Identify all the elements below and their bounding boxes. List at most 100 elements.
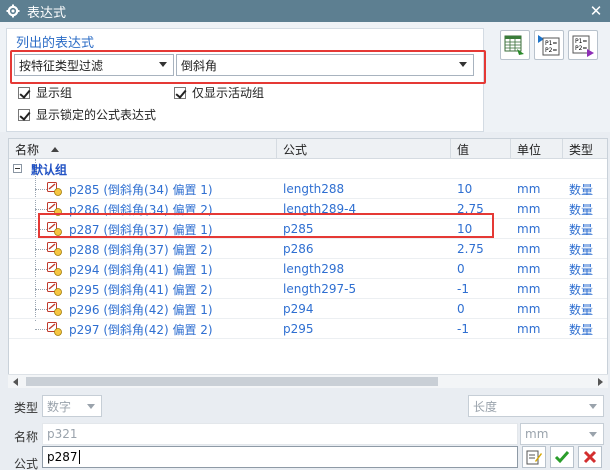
accept-button[interactable] <box>550 446 574 468</box>
section-title[interactable]: 列出的表达式 <box>16 32 94 51</box>
cell-unit: mm <box>517 182 541 196</box>
cell-type: 数量 <box>569 222 594 237</box>
column-type-label: 类型 <box>569 142 594 157</box>
table-row[interactable]: p285 (倒斜角(34) 偏置 1) length288 10 mm 数量 <box>9 179 607 199</box>
reject-button[interactable] <box>578 446 602 468</box>
tree-branch <box>35 249 47 250</box>
filter-value-select[interactable]: 倒斜角 <box>176 54 474 76</box>
scroll-right-icon[interactable] <box>598 378 603 386</box>
show-groups-checkbox[interactable]: 显示组 <box>18 84 72 101</box>
column-unit-label: 单位 <box>517 142 542 157</box>
expressions-table[interactable]: 名称 公式 值 单位 类型 默认组 p285 (倒斜角(34) 偏置 1) len… <box>8 138 608 388</box>
name-label: 名称 <box>14 430 39 444</box>
expression-icon <box>47 302 62 316</box>
cell-formula: length297-5 <box>283 282 357 296</box>
tree-branch <box>35 289 47 290</box>
cell-type: 数量 <box>569 322 594 337</box>
tree-branch <box>35 329 47 330</box>
window-title: 表达式 <box>27 5 67 21</box>
column-header-unit[interactable]: 单位 <box>511 139 563 159</box>
group-label: 默认组 <box>31 162 68 177</box>
formula-label: 公式 <box>14 457 39 470</box>
cell-unit: mm <box>517 202 541 216</box>
export-expressions-icon: P1= P2= <box>572 35 594 57</box>
sort-ascending-icon <box>51 146 60 152</box>
edit-formula-button[interactable] <box>522 446 546 468</box>
cell-value: -1 <box>457 282 469 296</box>
formula-input[interactable]: p287 <box>42 446 518 468</box>
show-groups-label: 显示组 <box>36 86 73 100</box>
table-row[interactable]: p297 (倒斜角(42) 偏置 2) p295 -1 mm 数量 <box>9 319 607 339</box>
column-header-type[interactable]: 类型 <box>563 139 607 159</box>
edit-formula-icon <box>526 450 542 465</box>
expression-icon <box>47 182 62 196</box>
cell-formula: p286 <box>283 242 314 256</box>
cell-formula: p295 <box>283 322 314 336</box>
column-header-value[interactable]: 值 <box>451 139 511 159</box>
red-x-icon <box>583 450 597 464</box>
filter-value-text: 倒斜角 <box>181 58 218 73</box>
tree-branch <box>35 309 47 310</box>
cell-value: -1 <box>457 322 469 336</box>
svg-text:P1=: P1= <box>575 38 587 45</box>
text-caret <box>78 450 80 464</box>
dimension-select[interactable]: 长度 <box>468 395 604 417</box>
cell-unit: mm <box>517 282 541 296</box>
checkmark-icon <box>554 451 570 464</box>
expression-icon <box>47 282 62 296</box>
import-button[interactable]: P1= P2= <box>534 30 564 60</box>
collapse-icon[interactable] <box>13 164 22 173</box>
chevron-down-icon <box>589 432 597 437</box>
scrollbar-thumb[interactable] <box>26 377 438 386</box>
svg-text:P2=: P2= <box>575 45 587 52</box>
table-row[interactable]: p288 (倒斜角(37) 偏置 2) p286 2.75 mm 数量 <box>9 239 607 259</box>
horizontal-scrollbar[interactable] <box>8 374 608 388</box>
filter-type-select[interactable]: 按特征类型过滤 <box>14 54 174 76</box>
type-label: 类型 <box>14 401 39 415</box>
cell-unit: mm <box>517 222 541 236</box>
group-row[interactable]: 默认组 <box>9 159 607 179</box>
cell-type: 数量 <box>569 262 594 277</box>
cell-name: p285 (倒斜角(34) 偏置 1) <box>69 182 213 197</box>
gear-icon[interactable] <box>3 1 23 21</box>
cell-unit: mm <box>517 242 541 256</box>
close-button[interactable]: ✕ <box>586 1 606 21</box>
cell-unit: mm <box>517 322 541 336</box>
cell-name: p294 (倒斜角(41) 偏置 1) <box>69 262 213 277</box>
scroll-left-icon[interactable] <box>13 378 18 386</box>
cell-formula: length288 <box>283 182 345 196</box>
dimension-value: 长度 <box>473 399 498 414</box>
table-row[interactable]: p294 (倒斜角(41) 偏置 1) length298 0 mm 数量 <box>9 259 607 279</box>
chevron-down-icon <box>159 62 167 67</box>
unit-value: mm <box>525 427 549 441</box>
column-value-label: 值 <box>457 142 470 157</box>
row-highlight-box <box>38 213 494 238</box>
cell-type: 数量 <box>569 242 594 257</box>
type-select[interactable]: 数字 <box>42 395 102 417</box>
unit-select[interactable]: mm <box>520 423 604 445</box>
filter-panel: 列出的表达式 按特征类型过滤 倒斜角 显示组 仅显示活动组 显示锁定的公式表达式… <box>0 22 610 132</box>
column-header-formula[interactable]: 公式 <box>277 139 451 159</box>
chevron-down-icon <box>459 62 467 67</box>
expression-icon <box>47 262 62 276</box>
cell-name: p297 (倒斜角(42) 偏置 2) <box>69 322 213 337</box>
spreadsheet-button[interactable] <box>500 30 530 60</box>
table-row[interactable]: p295 (倒斜角(41) 偏置 2) length297-5 -1 mm 数量 <box>9 279 607 299</box>
show-locked-checkbox[interactable]: 显示锁定的公式表达式 <box>18 106 156 123</box>
svg-text:P2=: P2= <box>545 47 557 54</box>
cell-unit: mm <box>517 302 541 316</box>
name-field[interactable]: p321 <box>42 423 518 445</box>
filter-type-value: 按特征类型过滤 <box>19 58 104 73</box>
svg-text:P1=: P1= <box>545 40 557 47</box>
cell-formula: length298 <box>283 262 345 276</box>
cell-value: 0 <box>457 262 465 276</box>
show-active-only-checkbox[interactable]: 仅显示活动组 <box>174 84 264 101</box>
cell-type: 数量 <box>569 202 594 217</box>
column-formula-label: 公式 <box>283 142 308 157</box>
table-row[interactable]: p296 (倒斜角(42) 偏置 1) p294 0 mm 数量 <box>9 299 607 319</box>
export-button[interactable]: P1= P2= <box>568 30 598 60</box>
column-header-name[interactable]: 名称 <box>9 139 277 159</box>
title-bar: 表达式 ✕ <box>0 0 610 22</box>
formula-value: p287 <box>47 450 78 464</box>
cell-name: p295 (倒斜角(41) 偏置 2) <box>69 282 213 297</box>
